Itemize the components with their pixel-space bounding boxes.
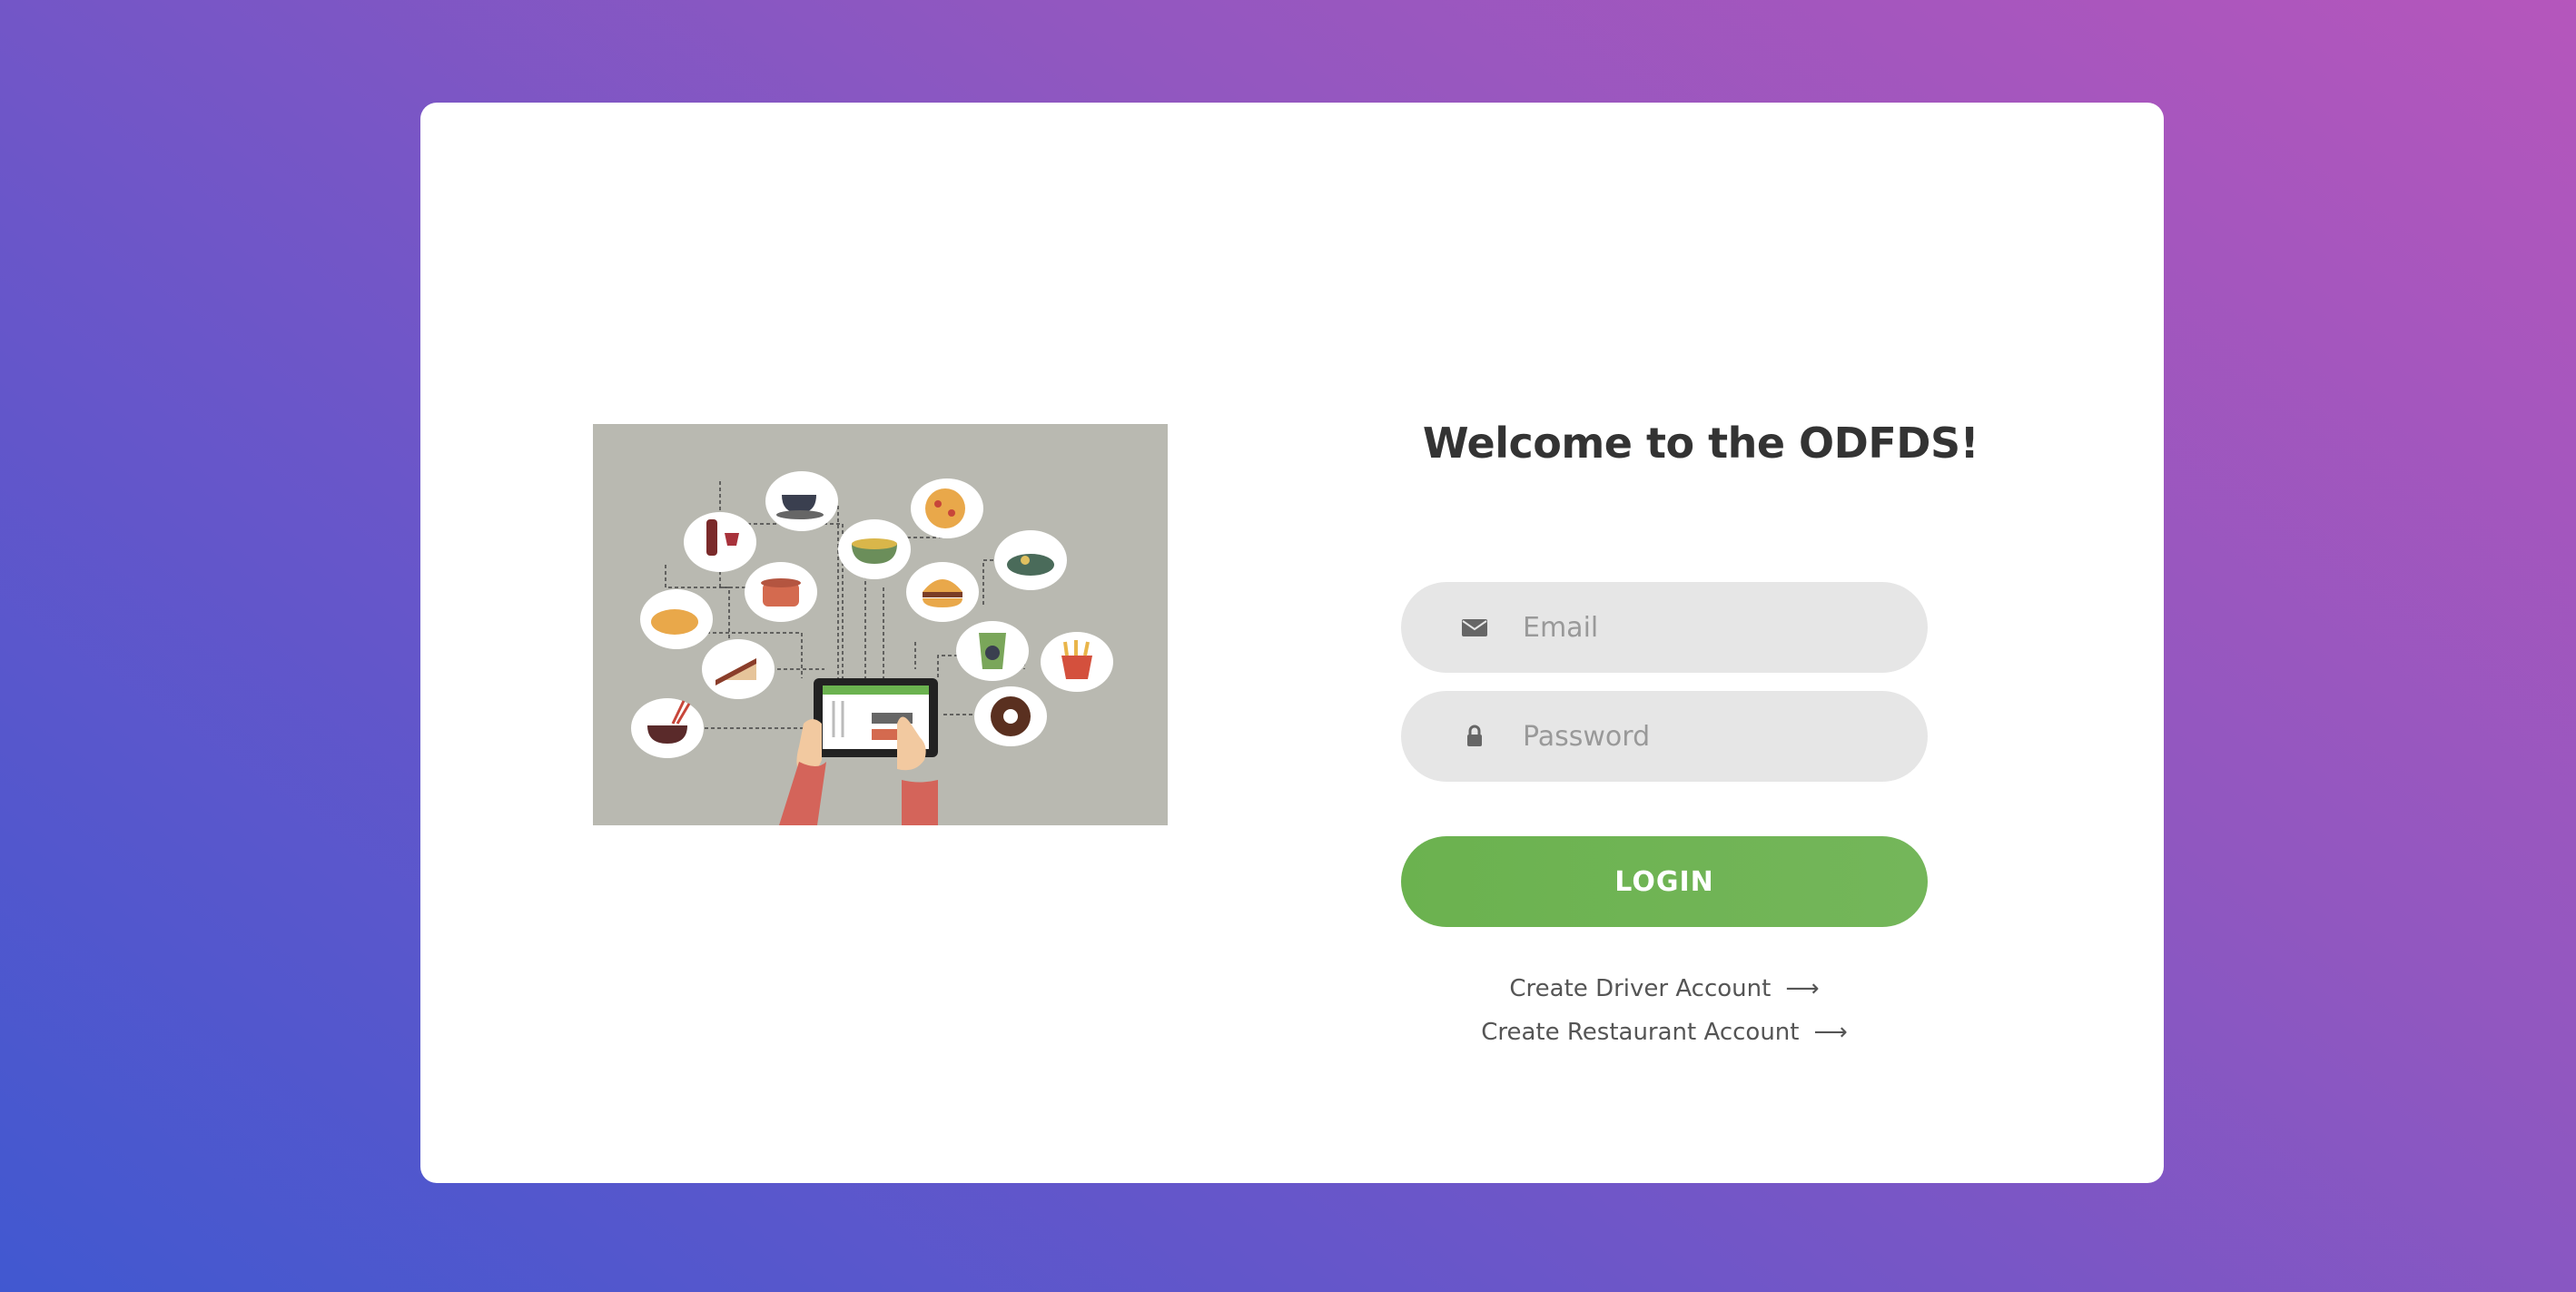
password-field[interactable] — [1401, 691, 1928, 782]
lock-icon — [1461, 723, 1488, 750]
email-field[interactable] — [1401, 582, 1928, 673]
email-input[interactable] — [1523, 582, 1904, 673]
create-restaurant-account-label: Create Restaurant Account — [1481, 1019, 1800, 1046]
create-restaurant-account-link[interactable]: Create Restaurant Account ⟶ — [1401, 1011, 1928, 1054]
login-card: Welcome to the ODFDS! LOGIN Create Drive… — [420, 103, 2164, 1183]
page-title: Welcome to the ODFDS! — [1422, 419, 1979, 468]
food-ordering-illustration — [593, 424, 1168, 825]
create-driver-account-label: Create Driver Account — [1509, 975, 1772, 1002]
account-links: Create Driver Account ⟶ Create Restaurant… — [1401, 967, 1928, 1054]
arrow-right-icon: ⟶ — [1785, 975, 1820, 1002]
password-input[interactable] — [1523, 691, 1904, 782]
login-button[interactable]: LOGIN — [1401, 836, 1928, 927]
envelope-icon — [1461, 614, 1488, 641]
create-driver-account-link[interactable]: Create Driver Account ⟶ — [1401, 967, 1928, 1011]
arrow-right-icon: ⟶ — [1813, 1019, 1848, 1046]
